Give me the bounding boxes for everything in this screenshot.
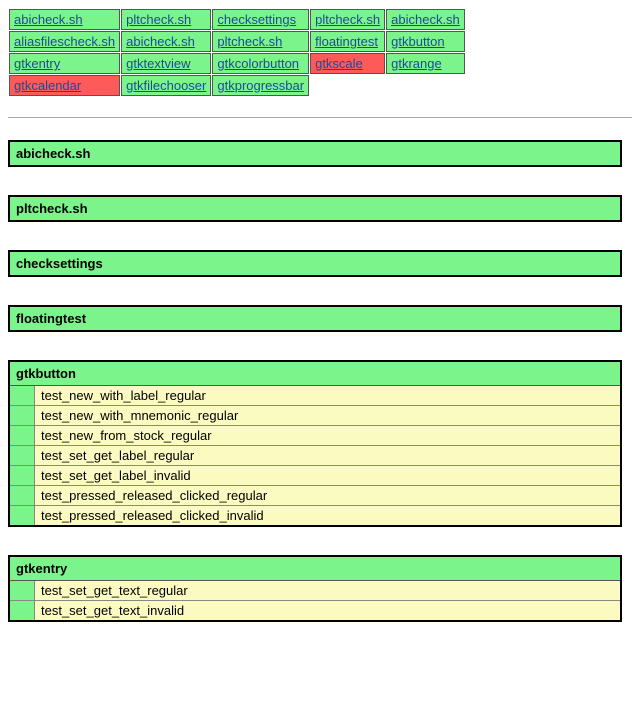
summary-cell[interactable]: gtkprogressbar (212, 75, 309, 96)
summary-link[interactable]: pltcheck.sh (315, 12, 380, 27)
summary-link[interactable]: gtkrange (391, 56, 442, 71)
summary-link[interactable]: floatingtest (315, 34, 378, 49)
test-name: test_set_get_text_invalid (35, 601, 622, 622)
detail-block: gtkentry test_set_get_text_regular test_… (8, 555, 622, 622)
detail-block: abicheck.sh (8, 140, 622, 167)
test-name: test_set_get_label_invalid (35, 466, 622, 486)
summary-link[interactable]: aliasfilescheck.sh (14, 34, 115, 49)
summary-cell[interactable]: gtkscale (310, 53, 385, 74)
status-cell (9, 386, 35, 406)
summary-cell[interactable]: gtkcolorbutton (212, 53, 309, 74)
status-cell (9, 426, 35, 446)
status-cell (9, 486, 35, 506)
table-row: test_set_get_label_invalid (9, 466, 621, 486)
detail-title: abicheck.sh (9, 141, 621, 166)
detail-block: floatingtest (8, 305, 622, 332)
summary-link[interactable]: gtkfilechooser (126, 78, 206, 93)
detail-title: gtkentry (9, 556, 621, 581)
summary-link[interactable]: checksettings (217, 12, 296, 27)
summary-cell[interactable]: pltcheck.sh (310, 9, 385, 30)
table-row: test_new_with_label_regular (9, 386, 621, 406)
table-row: test_pressed_released_clicked_regular (9, 486, 621, 506)
summary-link[interactable]: gtkbutton (391, 34, 445, 49)
test-name: test_set_get_text_regular (35, 581, 622, 601)
status-cell (9, 506, 35, 527)
detail-block: gtkbutton test_new_with_label_regular te… (8, 360, 622, 527)
summary-link[interactable]: abicheck.sh (14, 12, 83, 27)
status-cell (9, 446, 35, 466)
detail-block: checksettings (8, 250, 622, 277)
summary-cell[interactable]: gtkentry (9, 53, 120, 74)
summary-link[interactable]: abicheck.sh (126, 34, 195, 49)
summary-link[interactable]: gtkentry (14, 56, 60, 71)
summary-link[interactable]: abicheck.sh (391, 12, 460, 27)
summary-cell[interactable]: checksettings (212, 9, 309, 30)
test-name: test_pressed_released_clicked_regular (35, 486, 622, 506)
detail-title: floatingtest (9, 306, 621, 331)
table-row: test_new_from_stock_regular (9, 426, 621, 446)
summary-cell[interactable]: pltcheck.sh (212, 31, 309, 52)
test-name: test_new_from_stock_regular (35, 426, 622, 446)
test-name: test_pressed_released_clicked_invalid (35, 506, 622, 527)
summary-link[interactable]: pltcheck.sh (217, 34, 282, 49)
summary-link[interactable]: gtkcolorbutton (217, 56, 299, 71)
detail-title: pltcheck.sh (9, 196, 621, 221)
summary-link[interactable]: gtkcalendar (14, 78, 81, 93)
separator (8, 117, 632, 118)
table-row: test_set_get_text_regular (9, 581, 621, 601)
status-cell (9, 601, 35, 622)
test-name: test_new_with_label_regular (35, 386, 622, 406)
summary-cell[interactable]: abicheck.sh (9, 9, 120, 30)
status-cell (9, 581, 35, 601)
summary-link[interactable]: pltcheck.sh (126, 12, 191, 27)
table-row: test_set_get_label_regular (9, 446, 621, 466)
summary-cell[interactable]: gtkfilechooser (121, 75, 211, 96)
summary-cell[interactable]: abicheck.sh (121, 31, 211, 52)
summary-table: abicheck.sh pltcheck.sh checksettings pltch… (8, 8, 466, 97)
status-cell (9, 406, 35, 426)
table-row: test_new_with_mnemonic_regular (9, 406, 621, 426)
summary-cell[interactable]: abicheck.sh (386, 9, 465, 30)
detail-title: checksettings (9, 251, 621, 276)
summary-cell[interactable]: gtkrange (386, 53, 465, 74)
status-cell (9, 466, 35, 486)
summary-cell[interactable]: aliasfilescheck.sh (9, 31, 120, 52)
table-row: test_set_get_text_invalid (9, 601, 621, 622)
summary-link[interactable]: gtktextview (126, 56, 190, 71)
details-container: abicheck.sh pltcheck.sh checksettings float… (8, 140, 632, 622)
test-name: test_new_with_mnemonic_regular (35, 406, 622, 426)
summary-link[interactable]: gtkscale (315, 56, 363, 71)
summary-cell[interactable]: gtktextview (121, 53, 211, 74)
summary-cell[interactable]: gtkbutton (386, 31, 465, 52)
detail-title: gtkbutton (9, 361, 621, 386)
summary-cell[interactable]: floatingtest (310, 31, 385, 52)
summary-cell[interactable]: gtkcalendar (9, 75, 120, 96)
summary-cell[interactable]: pltcheck.sh (121, 9, 211, 30)
table-row: test_pressed_released_clicked_invalid (9, 506, 621, 527)
detail-block: pltcheck.sh (8, 195, 622, 222)
summary-link[interactable]: gtkprogressbar (217, 78, 304, 93)
test-name: test_set_get_label_regular (35, 446, 622, 466)
